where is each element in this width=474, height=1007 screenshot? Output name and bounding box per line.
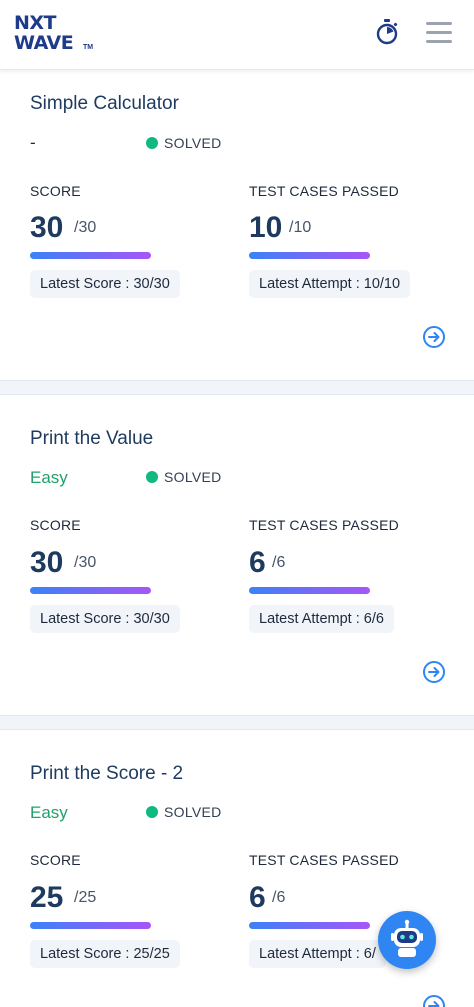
problem-title: Print the Score - 2 [30, 763, 184, 784]
score-value: 25 [30, 881, 64, 914]
score-label: SCORE [30, 517, 81, 533]
score-progress-bar [30, 252, 151, 259]
latest-score-pill: Latest Score : 30/30 [30, 270, 180, 298]
solved-dot-icon [146, 471, 158, 483]
status-text: SOLVED [164, 135, 222, 151]
arrow-right-circle-icon[interactable] [422, 325, 446, 349]
solved-dot-icon [146, 137, 158, 149]
robot-icon[interactable] [378, 911, 436, 969]
score-progress-bar [30, 587, 151, 594]
difficulty-label: Easy [30, 803, 68, 822]
problem-title: Simple Calculator [30, 93, 179, 114]
problem-card[interactable]: Print the Value Easy SOLVED SCORE TEST C… [0, 394, 474, 716]
solved-dot-icon [146, 806, 158, 818]
logo-line2: WAVE [14, 32, 74, 54]
score-total: /25 [74, 889, 97, 906]
nxtwave-logo[interactable]: NXT WAVE TM [14, 12, 98, 56]
test-cases-label: TEST CASES PASSED [249, 852, 399, 868]
difficulty-label: Easy [30, 468, 68, 487]
logo-trademark: TM [83, 44, 94, 51]
test-progress-bar [249, 587, 370, 594]
score-progress-bar [30, 922, 151, 929]
test-total: /6 [272, 554, 286, 571]
problem-title: Print the Value [30, 428, 154, 449]
latest-attempt-pill: Latest Attempt : 10/10 [249, 270, 411, 298]
stopwatch-icon[interactable] [374, 18, 400, 46]
test-progress-bar [249, 252, 370, 259]
test-passed-value: 6 [249, 546, 266, 579]
arrow-right-circle-icon[interactable] [422, 994, 446, 1007]
test-cases-label: TEST CASES PASSED [249, 517, 399, 533]
status-badge: SOLVED [146, 469, 222, 485]
score-total: /30 [74, 554, 97, 571]
problem-card[interactable]: Simple Calculator - SOLVED SCORE TEST CA… [0, 60, 474, 381]
logo-line1: NXT [14, 12, 57, 34]
status-badge: SOLVED [146, 135, 222, 151]
latest-attempt-pill: Latest Attempt : 6/6 [249, 605, 394, 633]
score-label: SCORE [30, 852, 81, 868]
test-total: /6 [272, 889, 286, 906]
app-header: NXT WAVE TM [0, 0, 474, 70]
test-passed-value: 10 [249, 211, 283, 244]
test-passed-value: 6 [249, 881, 266, 914]
score-value: 30 [30, 211, 64, 244]
latest-attempt-pill: Latest Attempt : 6/ [249, 940, 386, 968]
test-cases-label: TEST CASES PASSED [249, 183, 399, 199]
status-text: SOLVED [164, 469, 222, 485]
arrow-right-circle-icon[interactable] [422, 660, 446, 684]
score-label: SCORE [30, 183, 81, 199]
hamburger-menu-icon[interactable] [426, 22, 454, 44]
status-text: SOLVED [164, 804, 222, 820]
test-progress-bar [249, 922, 370, 929]
latest-score-pill: Latest Score : 30/30 [30, 605, 180, 633]
status-badge: SOLVED [146, 804, 222, 820]
score-value: 30 [30, 546, 64, 579]
score-total: /30 [74, 219, 97, 236]
difficulty-label: - [30, 133, 36, 152]
test-total: /10 [289, 219, 312, 236]
latest-score-pill: Latest Score : 25/25 [30, 940, 180, 968]
